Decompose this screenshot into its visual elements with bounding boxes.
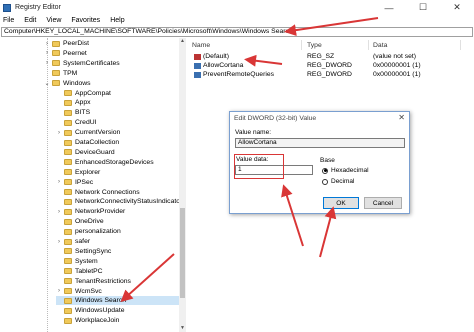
arrow-to-windows-search [120, 253, 175, 303]
arrow-to-allowcortana [244, 54, 283, 67]
arrow-to-address [284, 17, 379, 37]
annotation-arrows [120, 17, 379, 303]
arrow-to-value-data [281, 184, 304, 247]
arrow-to-ok-button [319, 206, 337, 258]
